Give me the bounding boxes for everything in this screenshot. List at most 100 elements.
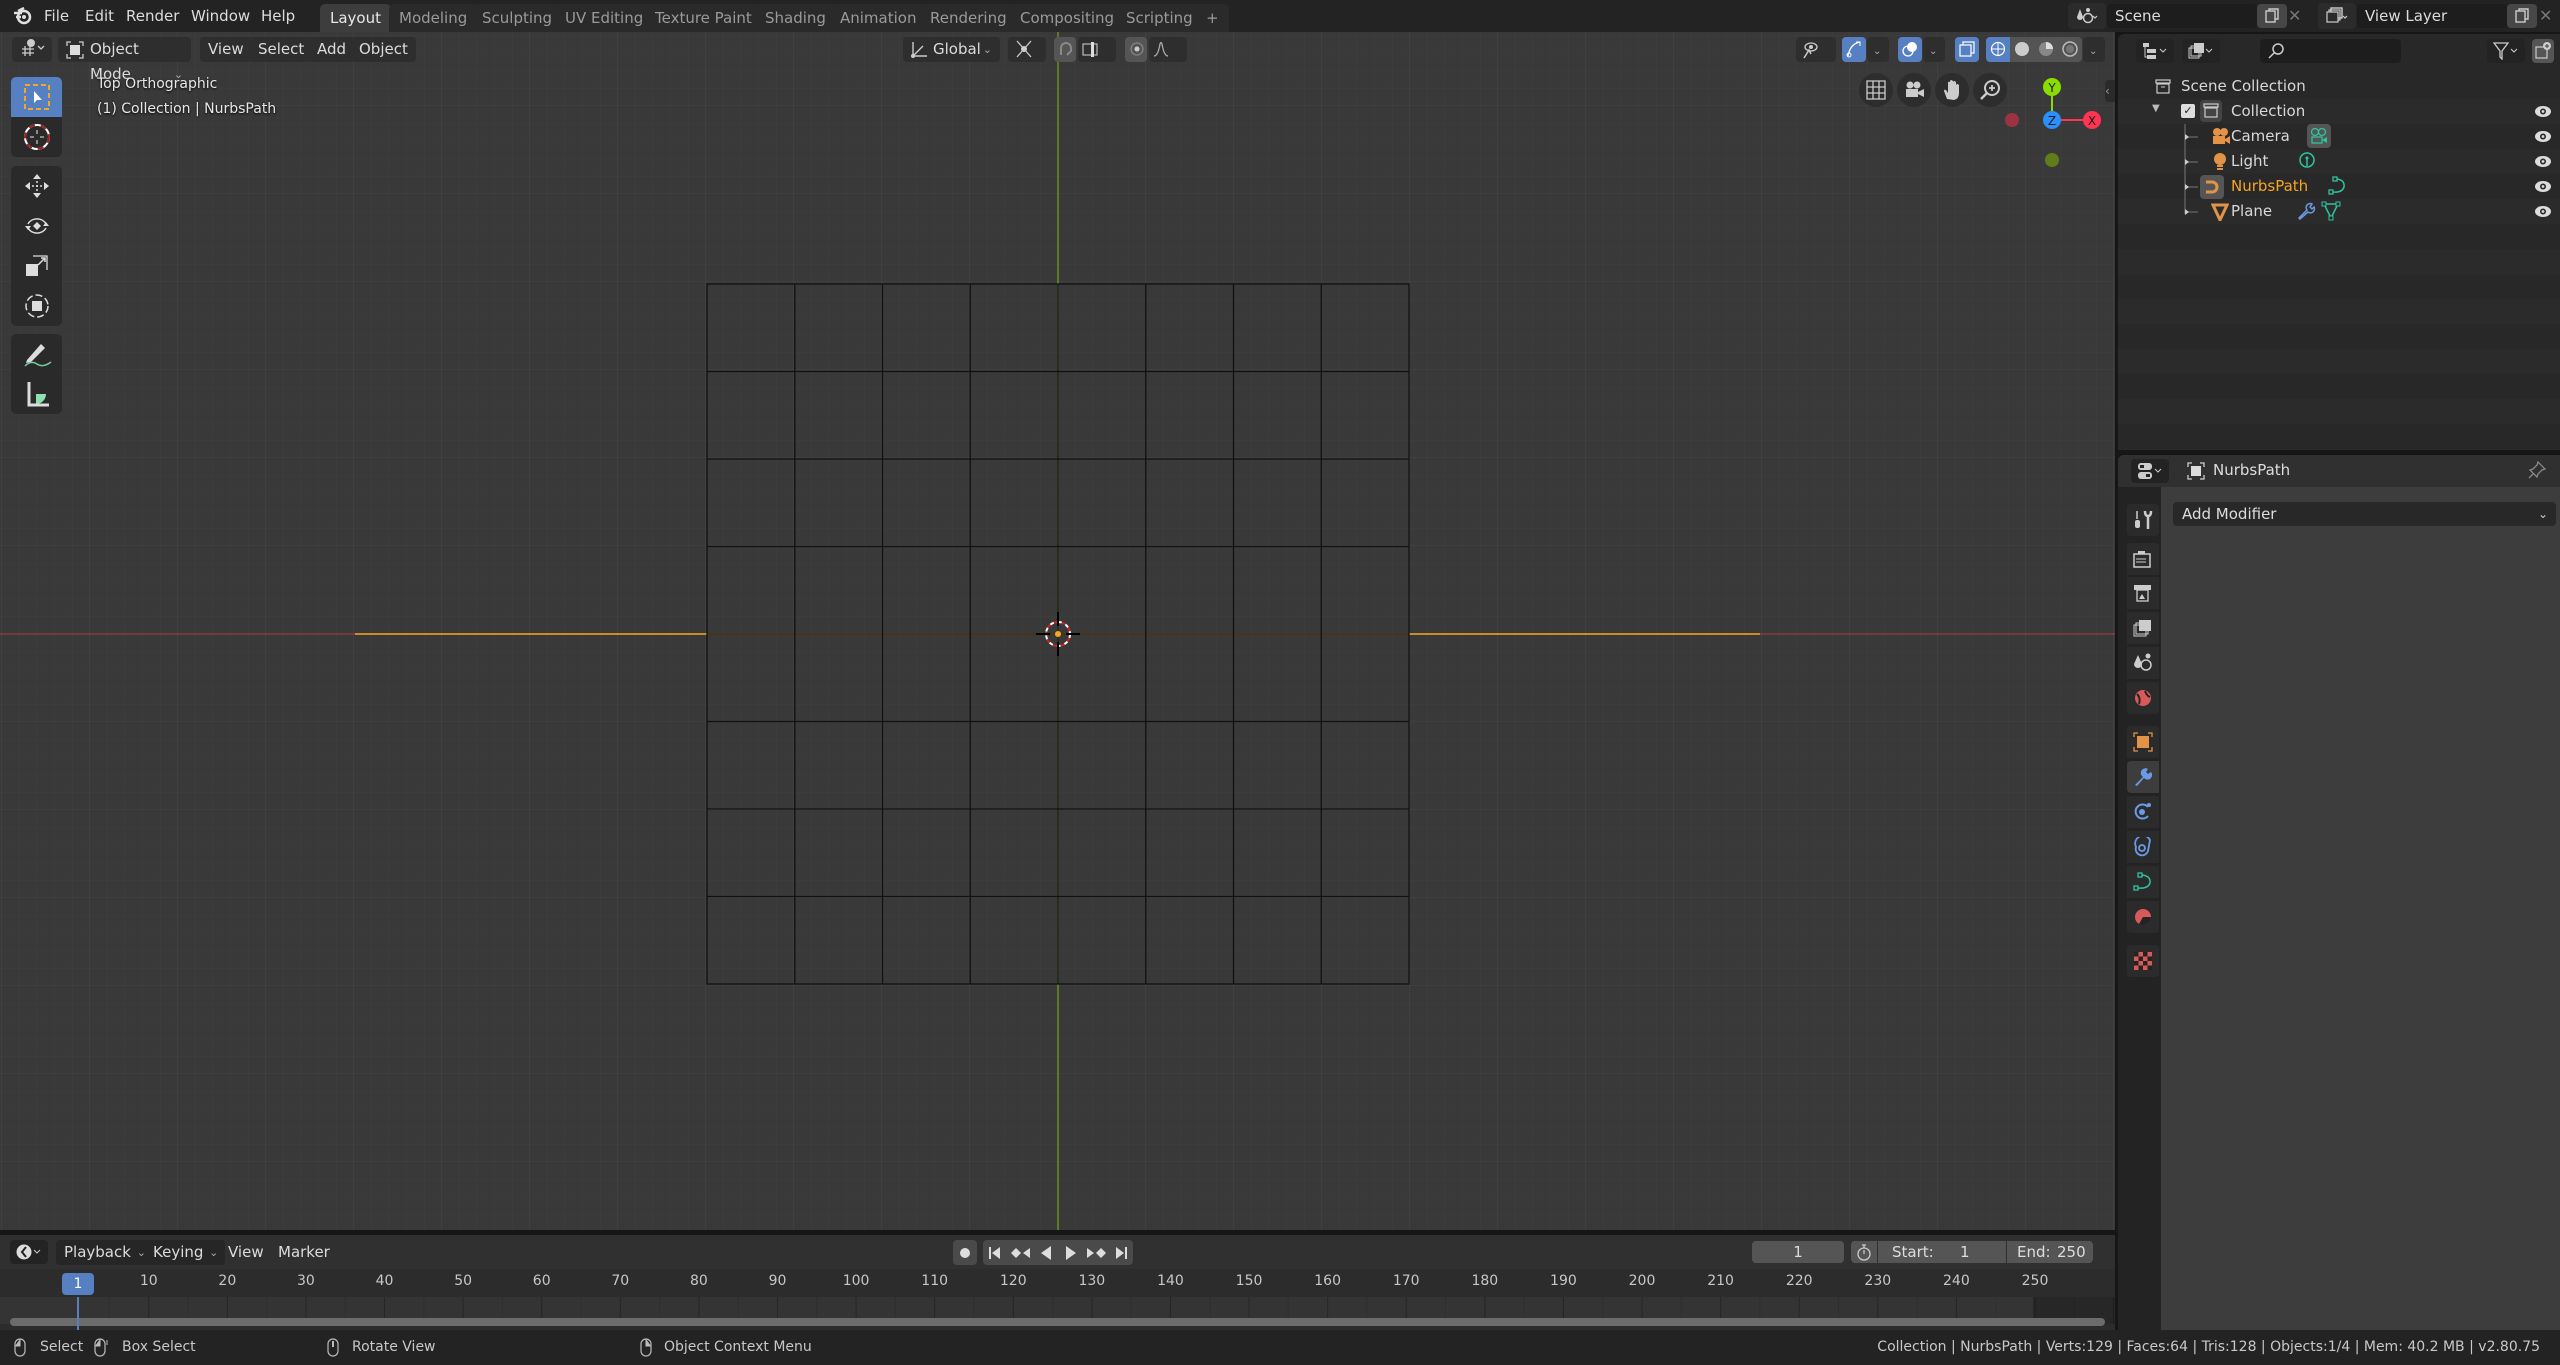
- blender-logo-icon[interactable]: [12, 7, 32, 25]
- new-scene-icon[interactable]: [2257, 4, 2287, 28]
- navigation-gizmo[interactable]: Y Z X: [1995, 72, 2115, 182]
- object-visibility-dropdown[interactable]: [1796, 37, 1836, 62]
- sidebar-toggle-icon[interactable]: ‹: [2105, 80, 2115, 102]
- transform-orientation-dropdown[interactable]: Global ⌄: [903, 37, 1000, 62]
- shading-rendered-button[interactable]: [2058, 37, 2082, 62]
- tab-world[interactable]: [2127, 682, 2159, 714]
- properties-editor-type-button[interactable]: [2131, 459, 2169, 483]
- gizmo-toggle[interactable]: [1842, 37, 1866, 62]
- tab-tool[interactable]: [2127, 504, 2159, 536]
- tab-shading[interactable]: Shading: [755, 4, 836, 32]
- filter-dropdown[interactable]: [2487, 39, 2525, 63]
- tab-view-layer[interactable]: [2127, 612, 2159, 644]
- tool-select-box[interactable]: [11, 77, 62, 117]
- xray-toggle[interactable]: [1955, 37, 1979, 62]
- new-collection-button[interactable]: [2532, 39, 2554, 63]
- tab-animation[interactable]: Animation: [830, 4, 927, 32]
- outliner-editor-type-button[interactable]: [2136, 39, 2174, 63]
- new-view-layer-icon[interactable]: [2507, 4, 2537, 28]
- tool-scale[interactable]: [11, 246, 62, 286]
- tab-layout[interactable]: Layout: [320, 4, 391, 32]
- tab-scene[interactable]: [2127, 647, 2159, 679]
- scene-name-field[interactable]: Scene: [2107, 4, 2257, 28]
- display-mode-dropdown[interactable]: [2182, 39, 2220, 63]
- outliner-row-collection[interactable]: ▼ ✓ Collection: [2128, 99, 2560, 124]
- tab-modeling[interactable]: Modeling: [389, 4, 478, 32]
- editor-type-button[interactable]: [12, 37, 52, 62]
- curve-data-icon[interactable]: [2327, 176, 2347, 196]
- outliner-row-plane[interactable]: Plane: [2128, 199, 2560, 224]
- tab-texture-paint[interactable]: Texture Paint: [645, 4, 762, 32]
- gizmo-dropdown[interactable]: ⌄: [1867, 37, 1889, 62]
- toggle-ortho-button[interactable]: [1859, 73, 1893, 107]
- menu-render[interactable]: Render: [120, 0, 185, 32]
- shading-material-button[interactable]: [2034, 37, 2058, 62]
- tool-annotate[interactable]: [11, 334, 62, 374]
- snap-element-dropdown[interactable]: [1078, 37, 1116, 62]
- outliner-row-nurbspath[interactable]: NurbsPath: [2128, 174, 2560, 199]
- outliner-search-input[interactable]: [2260, 39, 2401, 63]
- tab-uv-editing[interactable]: UV Editing: [555, 4, 654, 32]
- object-mode-dropdown[interactable]: Object Mode ⌄: [58, 37, 191, 83]
- tab-compositing[interactable]: Compositing: [1010, 4, 1125, 32]
- mesh-data-icon[interactable]: [2321, 201, 2341, 221]
- tab-physics[interactable]: [2127, 831, 2159, 863]
- tool-transform[interactable]: [11, 286, 62, 326]
- shading-wireframe-button[interactable]: [1986, 37, 2010, 62]
- view-layer-selector-icon[interactable]: [2318, 3, 2356, 29]
- shading-dropdown[interactable]: ⌄: [2083, 37, 2105, 62]
- camera-view-button[interactable]: [1897, 73, 1931, 107]
- tool-measure[interactable]: [11, 374, 62, 414]
- disclosure-triangle-icon[interactable]: ▼: [2152, 103, 2160, 114]
- menu-edit[interactable]: Edit: [79, 0, 120, 32]
- camera-data-icon[interactable]: [2307, 124, 2331, 148]
- overlays-toggle[interactable]: [1898, 37, 1922, 62]
- scene-selector-icon[interactable]: [2068, 3, 2106, 29]
- tab-particles[interactable]: [2127, 796, 2159, 828]
- timeline-scrollbar[interactable]: [10, 1318, 2105, 1326]
- menu-help[interactable]: Help: [255, 0, 301, 32]
- tab-sculpting[interactable]: Sculpting: [472, 4, 563, 32]
- playhead-line[interactable]: [77, 1297, 79, 1330]
- tab-object-data[interactable]: [2127, 866, 2159, 898]
- outliner-row-scene-collection[interactable]: Scene Collection: [2128, 74, 2560, 99]
- tool-rotate[interactable]: [11, 206, 62, 246]
- proportional-editing-toggle[interactable]: [1125, 37, 1147, 62]
- menu-window[interactable]: Window: [185, 0, 256, 32]
- delete-view-layer-icon[interactable]: ✕: [2539, 6, 2552, 25]
- tool-cursor[interactable]: [11, 117, 62, 157]
- 3d-viewport[interactable]: Object Mode ⌄ View Select Add Object Glo…: [0, 32, 2115, 1230]
- tab-texture[interactable]: [2127, 945, 2159, 977]
- wrench-icon[interactable]: [2296, 202, 2316, 220]
- tab-modifiers[interactable]: [2127, 761, 2159, 793]
- tab-object[interactable]: [2127, 726, 2159, 758]
- tool-move[interactable]: [11, 166, 62, 206]
- frame-tick-label: 140: [1157, 1273, 1184, 1289]
- tab-scripting[interactable]: Scripting: [1116, 4, 1203, 32]
- add-menu[interactable]: Add: [309, 37, 355, 62]
- tab-rendering[interactable]: Rendering: [920, 4, 1017, 32]
- pin-icon[interactable]: [2528, 461, 2546, 479]
- view-menu[interactable]: View: [200, 37, 252, 62]
- shading-solid-button[interactable]: [2010, 37, 2034, 62]
- delete-scene-icon[interactable]: ✕: [2288, 6, 2301, 25]
- tab-output[interactable]: [2127, 577, 2159, 609]
- add-modifier-dropdown[interactable]: Add Modifier ⌄: [2173, 502, 2556, 526]
- pan-view-button[interactable]: [1935, 73, 1969, 107]
- collection-checkbox[interactable]: ✓: [2181, 104, 2195, 118]
- tab-render[interactable]: [2127, 543, 2159, 575]
- overlays-dropdown[interactable]: ⌄: [1923, 37, 1945, 62]
- outliner-row-camera[interactable]: Camera: [2128, 124, 2560, 149]
- view-layer-name-field[interactable]: View Layer: [2357, 4, 2507, 28]
- snap-toggle[interactable]: [1054, 37, 1076, 62]
- playhead-frame-indicator[interactable]: 1: [62, 1273, 94, 1295]
- object-menu[interactable]: Object: [351, 37, 416, 62]
- select-menu[interactable]: Select: [250, 37, 313, 62]
- proportional-falloff-dropdown[interactable]: [1149, 37, 1187, 62]
- pivot-point-dropdown[interactable]: [1008, 37, 1046, 62]
- tab-material[interactable]: [2127, 901, 2159, 933]
- add-workspace-button[interactable]: +: [1196, 4, 1229, 32]
- outliner-row-light[interactable]: Light: [2128, 149, 2560, 174]
- light-data-icon[interactable]: [2298, 152, 2316, 170]
- menu-file[interactable]: File: [38, 0, 75, 32]
